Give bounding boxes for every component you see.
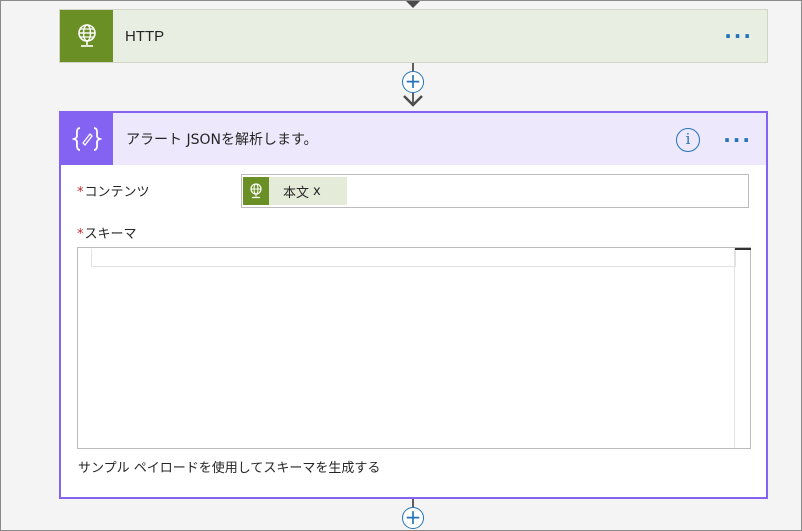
schema-label-text: スキーマ: [84, 227, 137, 242]
parse-json-title: アラート JSONを解析します。: [126, 132, 318, 148]
parse-json-more-options-button[interactable]: ···: [723, 130, 752, 150]
arrow-down-icon: [403, 95, 423, 107]
add-step-button[interactable]: +: [402, 71, 424, 93]
schema-field-label: *スキーマ: [77, 223, 137, 242]
scroll-thumb[interactable]: [735, 248, 751, 250]
token-label: 本文: [283, 185, 310, 201]
required-marker: *: [77, 185, 84, 200]
schema-editor[interactable]: [77, 247, 751, 449]
connector-arrow-icon: [406, 1, 420, 8]
add-step-button[interactable]: +: [402, 507, 424, 529]
token-remove-button[interactable]: x: [313, 184, 321, 199]
curly-braces-icon: [61, 113, 113, 165]
content-label-text: コンテンツ: [84, 185, 150, 200]
body-dynamic-token[interactable]: 本文 x: [243, 177, 347, 205]
parse-json-header[interactable]: アラート JSONを解析します。 i ···: [61, 113, 766, 165]
http-action-card[interactable]: HTTP ···: [59, 9, 768, 63]
globe-icon: [60, 10, 113, 62]
http-more-options-button[interactable]: ···: [724, 26, 753, 46]
generate-schema-from-sample-link[interactable]: サンプル ペイロードを使用してスキーマを生成する: [78, 457, 380, 476]
schema-editor-current-line[interactable]: [91, 249, 736, 267]
info-icon[interactable]: i: [676, 128, 700, 152]
schema-editor-scrollbar[interactable]: [734, 248, 751, 448]
required-marker: *: [77, 227, 84, 242]
parse-json-action-card: アラート JSONを解析します。 i ··· *コンテンツ 本文 x *スキーマ…: [59, 111, 768, 499]
http-action-title: HTTP: [125, 27, 165, 45]
content-field-label: *コンテンツ: [77, 181, 150, 200]
content-input[interactable]: 本文 x: [241, 174, 749, 208]
globe-icon: [243, 177, 269, 205]
designer-canvas: HTTP ··· + アラート JSONを解析します。 i ··· *コンテンツ: [0, 0, 802, 531]
